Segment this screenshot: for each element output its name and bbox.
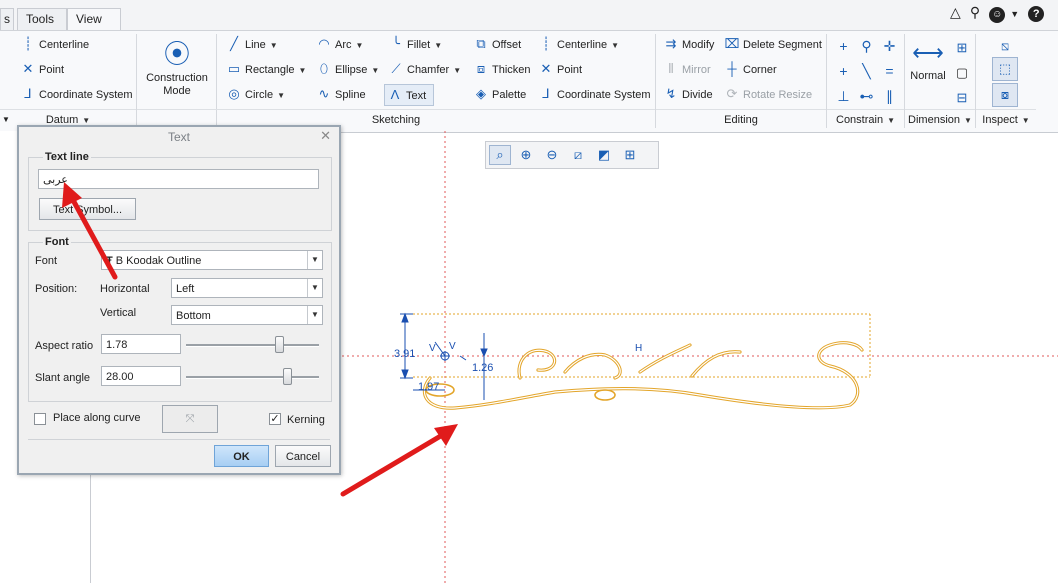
divider xyxy=(28,439,330,440)
aspect-ratio-slider-track[interactable] xyxy=(186,344,319,347)
font-legend: Font xyxy=(43,236,71,248)
flip-direction-icon: ⤧ xyxy=(185,413,195,425)
text-dialog: Text ✕ Text line عربی Text Symbol... Fon… xyxy=(17,125,341,475)
font-label: Font xyxy=(35,255,58,267)
dialog-title: Text xyxy=(167,130,190,144)
place-along-curve-checkbox[interactable] xyxy=(34,413,46,425)
red-annotation-arrow xyxy=(340,424,458,497)
arabic-text-outline xyxy=(422,341,864,410)
ok-button[interactable]: OK xyxy=(214,445,269,467)
aspect-ratio-input[interactable]: 1.78 xyxy=(101,334,181,354)
text-symbol-button[interactable]: Text Symbol... xyxy=(39,198,136,220)
offset-dimension-label[interactable]: 1.97 xyxy=(418,381,439,393)
text-line-legend: Text line xyxy=(43,151,91,163)
aspect-ratio-slider-thumb[interactable] xyxy=(275,336,285,353)
height-dimension-label[interactable]: 3.91 xyxy=(394,348,415,360)
slant-angle-label: Slant angle xyxy=(35,372,91,384)
slant-angle-slider-thumb[interactable] xyxy=(282,368,292,385)
cancel-button[interactable]: Cancel xyxy=(275,445,331,467)
kerning-checkbox[interactable]: ✓ xyxy=(269,413,281,425)
horizontal-label: Horizontal xyxy=(100,283,150,295)
vertical-constraint-label: V xyxy=(449,341,456,352)
chevron-down-icon: ▼ xyxy=(307,306,322,324)
slant-angle-input[interactable]: 28.00 xyxy=(101,366,181,386)
font-type-icon: Ŧ xyxy=(106,255,113,267)
spacing-dimension-label[interactable]: 1.26 xyxy=(472,362,493,374)
kerning-label: Kerning xyxy=(287,414,325,426)
chevron-down-icon: ▼ xyxy=(307,279,322,297)
slant-angle-slider-track[interactable] xyxy=(186,376,319,379)
vertical-label: Vertical xyxy=(100,307,137,319)
close-icon[interactable]: ✕ xyxy=(320,128,331,144)
vertical-select[interactable]: Bottom ▼ xyxy=(171,305,323,325)
vertical-constraint-label: V xyxy=(429,343,436,354)
flip-direction-button[interactable]: ⤧ xyxy=(162,405,218,433)
horizontal-select[interactable]: Left ▼ xyxy=(171,278,323,298)
text-line-input[interactable]: عربی xyxy=(38,169,319,189)
position-label: Position: xyxy=(35,283,78,295)
font-select[interactable]: ŦB Koodak Outline ▼ xyxy=(101,250,323,270)
chevron-down-icon: ▼ xyxy=(307,251,322,269)
place-along-curve-label: Place along curve xyxy=(53,412,141,424)
horizontal-constraint-label: H xyxy=(635,343,642,354)
aspect-ratio-label: Aspect ratio xyxy=(35,340,94,352)
